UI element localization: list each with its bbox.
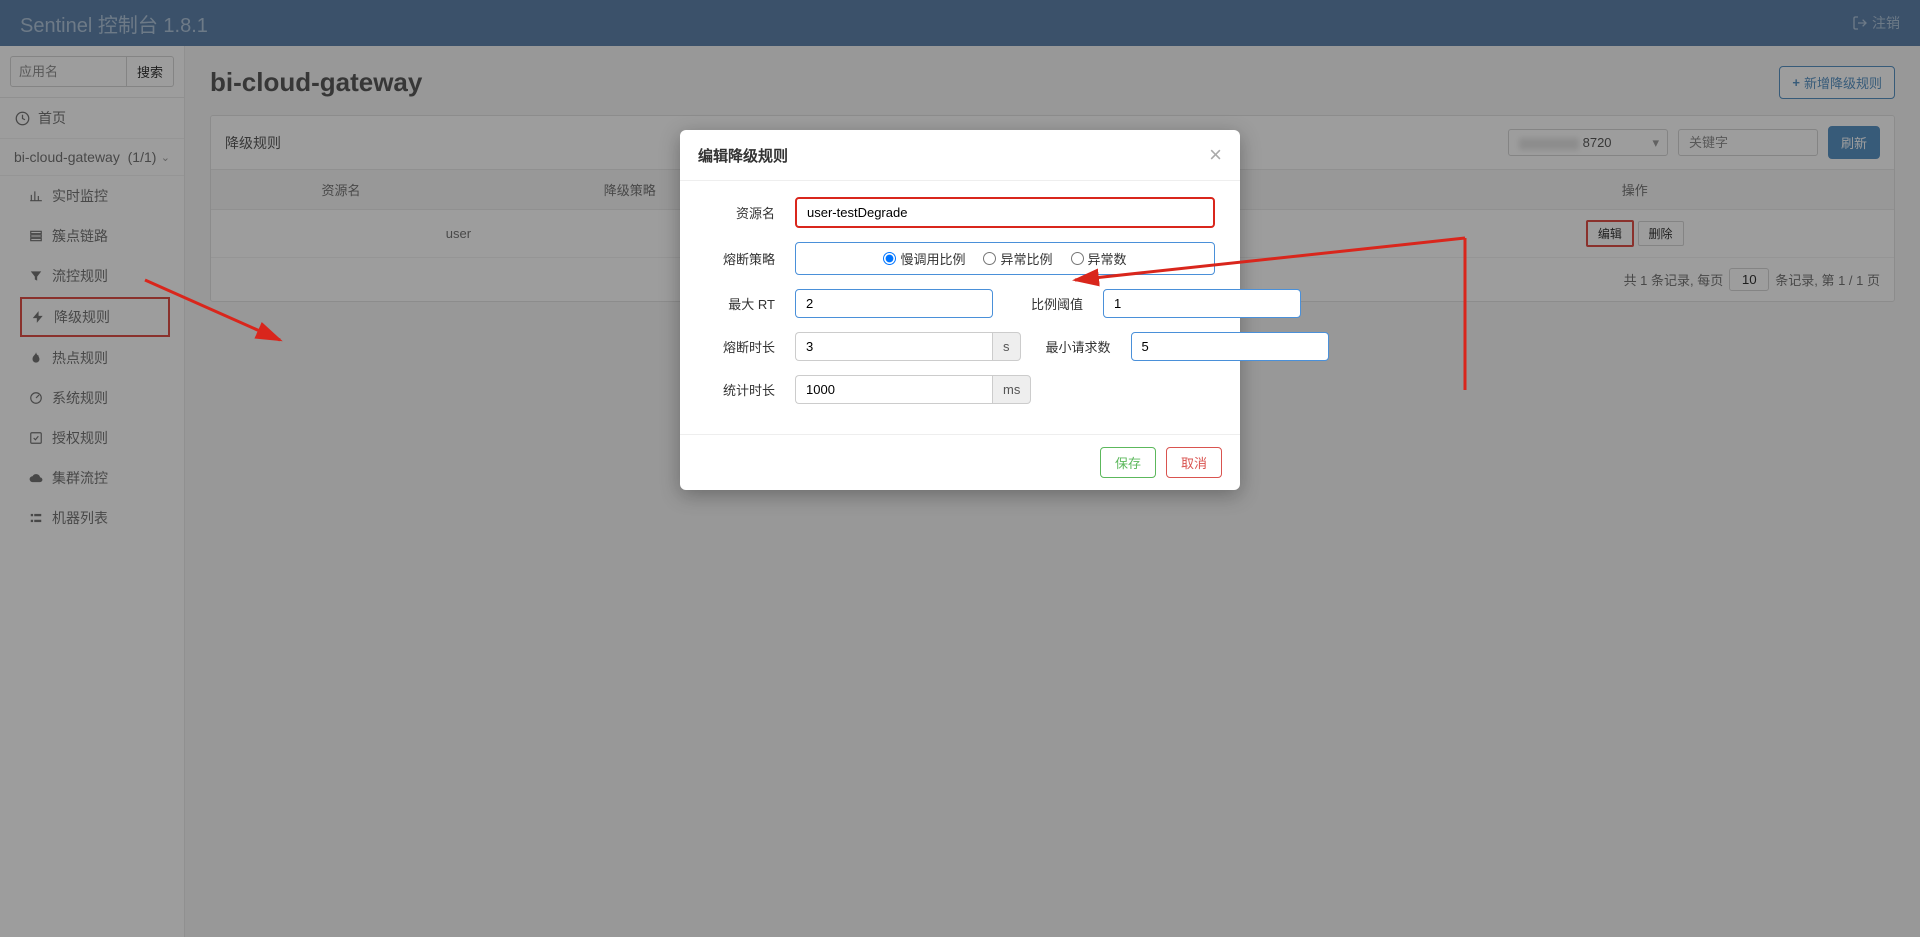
strategy-error-ratio[interactable]: 异常比例 (983, 249, 1052, 268)
cancel-button[interactable]: 取消 (1166, 447, 1222, 478)
max-rt-label: 最大 RT (705, 294, 775, 313)
stat-interval-input[interactable] (795, 375, 992, 404)
strategy-slow-call[interactable]: 慢调用比例 (883, 249, 965, 268)
unit-ms: ms (992, 375, 1031, 404)
radio-error-ratio[interactable] (983, 252, 996, 265)
strategy-radio-group: 慢调用比例 异常比例 异常数 (795, 242, 1215, 275)
resource-input[interactable] (795, 197, 1215, 228)
ratio-threshold-input[interactable] (1103, 289, 1301, 318)
radio-slow-call[interactable] (883, 252, 896, 265)
time-window-label: 熔断时长 (705, 337, 775, 356)
min-request-label: 最小请求数 (1041, 337, 1111, 356)
max-rt-input[interactable] (795, 289, 993, 318)
ratio-threshold-label: 比例阈值 (1013, 294, 1083, 313)
edit-rule-modal: 编辑降级规则 × 资源名 熔断策略 慢调用比例 异常比例 异常数 最大 RT (680, 130, 1240, 490)
unit-seconds: s (992, 332, 1021, 361)
radio-error-count[interactable] (1071, 252, 1084, 265)
resource-label: 资源名 (705, 203, 775, 222)
strategy-label: 熔断策略 (705, 249, 775, 268)
min-request-input[interactable] (1131, 332, 1329, 361)
stat-interval-label: 统计时长 (705, 380, 775, 399)
modal-close-button[interactable]: × (1209, 144, 1222, 166)
save-button[interactable]: 保存 (1100, 447, 1156, 478)
modal-title: 编辑降级规则 (698, 145, 788, 166)
time-window-input[interactable] (795, 332, 992, 361)
modal-overlay: 编辑降级规则 × 资源名 熔断策略 慢调用比例 异常比例 异常数 最大 RT (0, 0, 1920, 937)
strategy-error-count[interactable]: 异常数 (1071, 249, 1127, 268)
